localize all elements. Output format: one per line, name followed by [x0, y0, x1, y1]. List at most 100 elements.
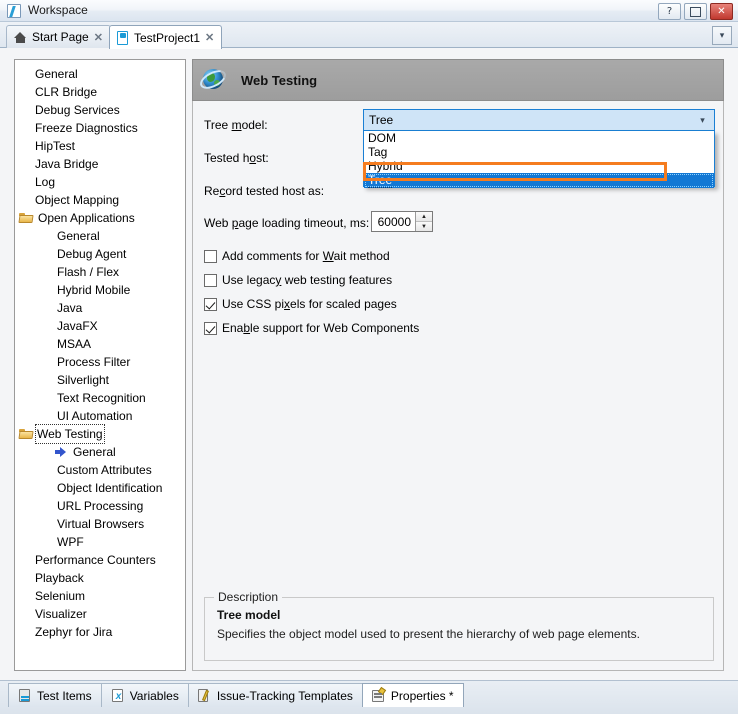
tab-testproject1[interactable]: TestProject1 ✕	[109, 25, 222, 49]
tree-item-zephyr-for-jira[interactable]: Zephyr for Jira	[15, 623, 185, 641]
tree-item-label: URL Processing	[55, 497, 145, 515]
page-title: Web Testing	[241, 73, 317, 88]
bottom-tab-properties[interactable]: Properties *	[362, 683, 464, 707]
issue-tracking-icon	[198, 689, 212, 703]
close-button[interactable]: ✕	[710, 3, 733, 20]
tree-item-msaa[interactable]: MSAA	[15, 335, 185, 353]
restore-glyph	[690, 7, 701, 17]
tree-item-label: HipTest	[33, 137, 77, 155]
add-comments-for-wait-method-checkbox[interactable]: Add comments for Wait method	[204, 249, 390, 263]
spinner-down-icon[interactable]: ▼	[416, 222, 432, 231]
tree-model-label: Tree model:	[204, 118, 268, 132]
tab-overflow-button[interactable]: ▾	[712, 26, 732, 45]
tree-item-virtual-browsers[interactable]: Virtual Browsers	[15, 515, 185, 533]
checkbox-box[interactable]	[204, 322, 217, 335]
timeout-label: Web page loading timeout, ms:	[204, 216, 369, 230]
help-button[interactable]: ?	[658, 3, 681, 20]
tree-item-wpf[interactable]: WPF	[15, 533, 185, 551]
tree-item-open-applications[interactable]: Open Applications	[15, 209, 185, 227]
tree-item-flash-flex[interactable]: Flash / Flex	[15, 263, 185, 281]
tree-item-url-processing[interactable]: URL Processing	[15, 497, 185, 515]
bottom-tab-variables[interactable]: Variables	[101, 683, 189, 707]
window-title: Workspace	[28, 3, 88, 17]
tree-item-log[interactable]: Log	[15, 173, 185, 191]
tree-item-process-filter[interactable]: Process Filter	[15, 353, 185, 371]
tab-start-page-close-icon[interactable]: ✕	[94, 31, 103, 44]
bottom-tab-bar: Test ItemsVariablesIssue-Tracking Templa…	[0, 680, 738, 714]
tree-item-silverlight[interactable]: Silverlight	[15, 371, 185, 389]
tree-item-visualizer[interactable]: Visualizer	[15, 605, 185, 623]
tree-item-hybrid-mobile[interactable]: Hybrid Mobile	[15, 281, 185, 299]
tree-item-label: Text Recognition	[55, 389, 148, 407]
dropdown-option-dom[interactable]: DOM	[364, 131, 714, 145]
spinner-up-icon[interactable]: ▲	[416, 212, 432, 222]
tree-model-combobox-value: Tree	[364, 113, 393, 127]
tree-item-label: Log	[33, 173, 57, 191]
tree-item-label: Silverlight	[55, 371, 111, 389]
dropdown-option-tag[interactable]: Tag	[364, 145, 714, 159]
tested-host-label: Tested host:	[204, 151, 269, 165]
bottom-tab-issue-tracking-templates[interactable]: Issue-Tracking Templates	[188, 683, 363, 707]
tree-model-dropdown-list[interactable]: DOMTagHybridTree	[363, 131, 715, 187]
title-bar: Workspace ? ✕	[0, 0, 738, 22]
dropdown-option-hybrid[interactable]: Hybrid	[364, 159, 714, 173]
body-area: GeneralCLR BridgeDebug ServicesFreeze Di…	[0, 48, 738, 680]
dropdown-option-label: Tag	[368, 145, 387, 159]
settings-detail-panel: Web Testing Tree model: Tested host: Rec…	[192, 59, 724, 671]
tree-item-freeze-diagnostics[interactable]: Freeze Diagnostics	[15, 119, 185, 137]
tree-item-label: WPF	[55, 533, 86, 551]
tree-item-hiptest[interactable]: HipTest	[15, 137, 185, 155]
tree-model-combobox[interactable]: Tree ▾	[363, 109, 715, 131]
tree-item-label: Process Filter	[55, 353, 132, 371]
tree-item-custom-attributes[interactable]: Custom Attributes	[15, 461, 185, 479]
tree-item-java[interactable]: Java	[15, 299, 185, 317]
checkbox-label: Use CSS pixels for scaled pages	[222, 297, 397, 311]
help-glyph: ?	[667, 7, 672, 17]
checkbox-box[interactable]	[204, 250, 217, 263]
properties-icon	[372, 689, 386, 703]
settings-tree[interactable]: GeneralCLR BridgeDebug ServicesFreeze Di…	[15, 60, 185, 641]
checkbox-box[interactable]	[204, 298, 217, 311]
tree-item-javafx[interactable]: JavaFX	[15, 317, 185, 335]
tree-item-label: General	[55, 227, 102, 245]
tree-item-selenium[interactable]: Selenium	[15, 587, 185, 605]
tree-item-playback[interactable]: Playback	[15, 569, 185, 587]
enable-support-for-web-components-checkbox[interactable]: Enable support for Web Components	[204, 321, 419, 335]
tree-item-label: MSAA	[55, 335, 93, 353]
description-group: Description Tree model Specifies the obj…	[204, 597, 714, 661]
tree-item-text-recognition[interactable]: Text Recognition	[15, 389, 185, 407]
tree-item-label: Object Mapping	[33, 191, 121, 209]
tree-item-label: UI Automation	[55, 407, 134, 425]
arrow-right-icon	[55, 446, 68, 458]
bottom-tab-test-items[interactable]: Test Items	[8, 683, 102, 707]
restore-button[interactable]	[684, 3, 707, 20]
use-css-pixels-for-scaled-pages-checkbox[interactable]: Use CSS pixels for scaled pages	[204, 297, 397, 311]
tree-item-performance-counters[interactable]: Performance Counters	[15, 551, 185, 569]
timeout-spinner[interactable]: 60000 ▲ ▼	[371, 211, 433, 232]
tree-item-object-mapping[interactable]: Object Mapping	[15, 191, 185, 209]
tree-item-web-testing[interactable]: Web Testing	[15, 425, 185, 443]
chevron-down-icon: ▾	[720, 30, 725, 41]
tree-item-general[interactable]: General	[15, 443, 185, 461]
dropdown-option-tree[interactable]: Tree	[364, 173, 714, 188]
tree-item-label: Visualizer	[33, 605, 89, 623]
tree-item-debug-agent[interactable]: Debug Agent	[15, 245, 185, 263]
tree-item-debug-services[interactable]: Debug Services	[15, 101, 185, 119]
spinner-buttons[interactable]: ▲ ▼	[415, 212, 432, 231]
chevron-down-icon[interactable]: ▾	[697, 115, 708, 126]
tree-item-ui-automation[interactable]: UI Automation	[15, 407, 185, 425]
tree-item-clr-bridge[interactable]: CLR Bridge	[15, 83, 185, 101]
bottom-tabs[interactable]: Test ItemsVariablesIssue-Tracking Templa…	[8, 683, 463, 707]
tree-item-label: Performance Counters	[33, 551, 158, 569]
tree-item-object-identification[interactable]: Object Identification	[15, 479, 185, 497]
tab-testproject1-label: TestProject1	[134, 31, 200, 45]
settings-tree-panel[interactable]: GeneralCLR BridgeDebug ServicesFreeze Di…	[14, 59, 186, 671]
tab-start-page[interactable]: Start Page ✕	[6, 25, 111, 48]
checkbox-box[interactable]	[204, 274, 217, 287]
timeout-value[interactable]: 60000	[372, 215, 415, 229]
tree-item-general[interactable]: General	[15, 65, 185, 83]
tab-testproject1-close-icon[interactable]: ✕	[205, 31, 214, 44]
tree-item-general[interactable]: General	[15, 227, 185, 245]
use-legacy-web-testing-features-checkbox[interactable]: Use legacy web testing features	[204, 273, 392, 287]
tree-item-java-bridge[interactable]: Java Bridge	[15, 155, 185, 173]
